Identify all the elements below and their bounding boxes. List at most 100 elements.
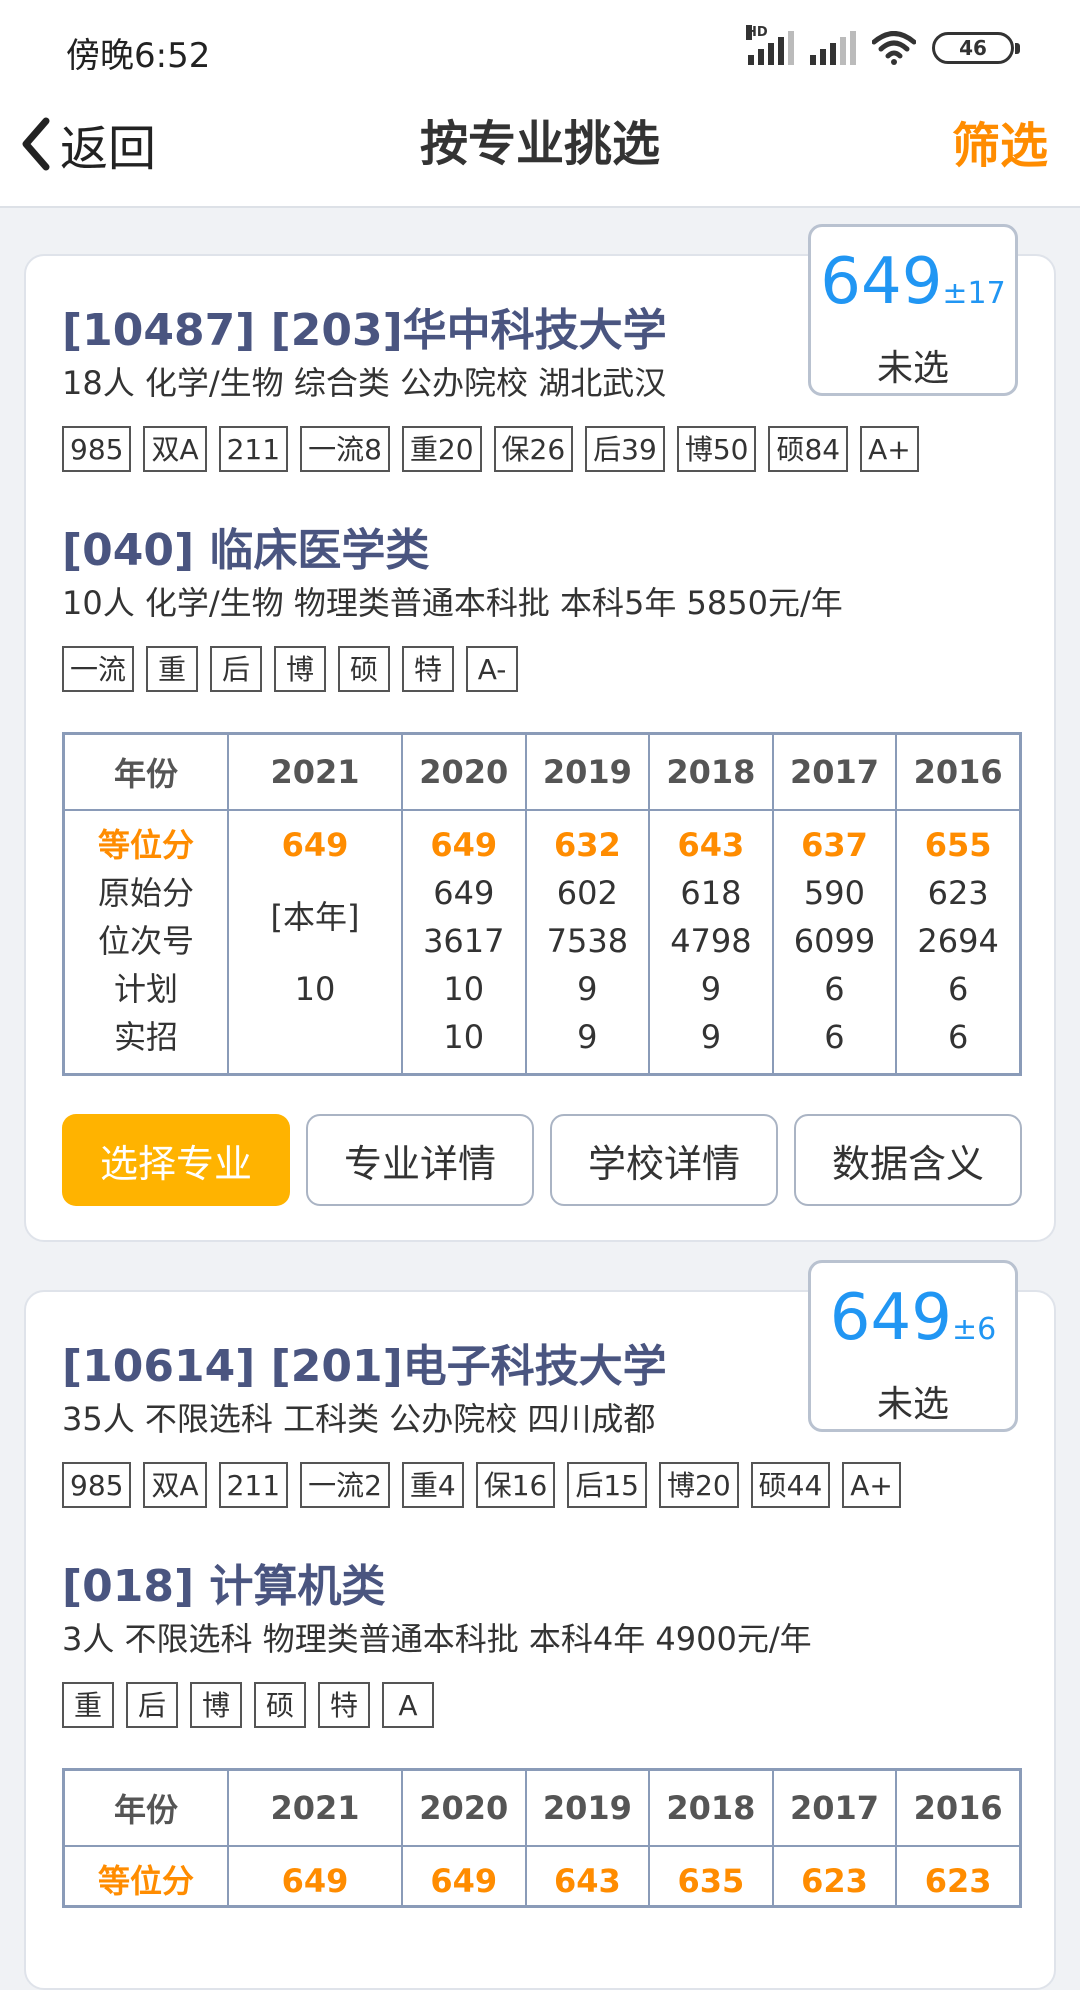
major-info: 3人 不限选科 物理类普通本科批 本科4年 4900元/年 [62,1620,812,1658]
year-2016-col: 623 [895,1846,1022,1907]
year-2017-col: 637 590 6099 6 6 [771,810,898,1075]
school-tag: A+ [842,1462,901,1508]
major-tag: A [382,1682,434,1728]
header-2020: 2020 [401,732,527,811]
year-2021-col: 649 [本年] 10 [227,810,403,1075]
table-row: 等位分 原始分 位次号 计划 实招 649 [本年] 10 649 649 36… [62,810,1022,1075]
cell-value: 6 [824,970,845,1008]
header-2021: 2021 [227,1768,403,1847]
cell-value: 649 [281,1862,349,1900]
school-tag: 双A [143,1462,207,1508]
school-tag: 211 [218,426,289,472]
cell-value: 649 [430,826,498,864]
school-tag: 一流2 [300,1462,390,1508]
filter-button[interactable]: 筛选 [952,116,1048,176]
chevron-left-icon [22,117,50,171]
admission-stats-table: 年份 2021 2020 2019 2018 2017 2016 等位分 649… [62,1768,1022,1908]
major-name[interactable]: [018] 计算机类 [62,1550,385,1614]
cell-value: 4798 [670,922,752,960]
header-2016: 2016 [895,732,1022,811]
school-tag: 保26 [493,426,574,472]
major-tags: 重 后 博 硕 特 A [62,1682,434,1728]
cell-value: 643 [677,826,745,864]
year-2018-col: 643 618 4798 9 9 [648,810,774,1075]
back-label: 返回 [60,121,157,177]
battery-icon: 46 [932,32,1020,64]
selection-status: 未选 [876,1384,949,1425]
school-tag: 一流8 [300,426,390,472]
year-2018-col: 635 [648,1846,774,1907]
admission-stats-table: 年份 2021 2020 2019 2018 2017 2016 等位分 原始分… [62,732,1022,1076]
header-2021: 2021 [227,732,403,811]
data-meaning-button[interactable]: 数据含义 [794,1114,1022,1206]
school-name[interactable]: [10614] [201]电子科技大学 [62,1330,667,1394]
year-2020-col: 649 649 3617 10 10 [401,810,527,1075]
action-buttons: 选择专业 专业详情 学校详情 数据含义 [62,1114,1022,1206]
school-tag: 985 [62,1462,132,1508]
cell-value: 2694 [917,922,999,960]
school-tag: 211 [218,1462,289,1508]
school-tag: 保16 [475,1462,556,1508]
cell-value [229,1013,401,1061]
major-tag: 重 [146,646,199,692]
major-tag: 重 [62,1682,114,1728]
school-info: 35人 不限选科 工科类 公办院校 四川成都 [62,1400,656,1438]
battery-level: 46 [959,36,987,60]
school-tag: 重4 [401,1462,464,1508]
school-tag: 双A [143,426,207,472]
school-tag: 985 [62,426,132,472]
cell-value: 9 [700,1018,722,1056]
header-2019: 2019 [524,732,651,811]
cellular-signal-icon [810,31,856,65]
school-tag: 博50 [676,426,757,472]
major-tag: 硕 [254,1682,306,1728]
cell-value: 9 [577,970,598,1008]
school-tag: 重20 [401,426,482,472]
score-value: 649±17 [820,245,1006,319]
back-button[interactable]: 返回 [18,114,156,177]
school-tags: 985 双A 211 一流8 重20 保26 后39 博50 硕84 A+ [62,426,919,472]
header-2016: 2016 [895,1768,1022,1847]
school-tags: 985 双A 211 一流2 重4 保16 后15 博20 硕44 A+ [62,1462,901,1508]
school-tag: 硕44 [750,1462,831,1508]
cell-value: 6 [947,1018,969,1056]
cell-value: 3617 [423,922,505,960]
cell-value: 623 [927,874,989,912]
header-2017: 2017 [771,732,898,811]
major-details-button[interactable]: 专业详情 [306,1114,534,1206]
major-tag: 特 [318,1682,370,1728]
school-major-card: 649±6 未选 [10614] [201]电子科技大学 35人 不限选科 工科… [24,1260,1056,1990]
school-tag: 后15 [567,1462,647,1508]
header-year: 年份 [62,732,229,811]
cellular-signal-hd-icon: HD [746,25,794,65]
cell-value: 618 [680,874,742,912]
school-details-button[interactable]: 学校详情 [550,1114,778,1206]
header-2018: 2018 [648,1768,774,1847]
row-label: 位次号 [97,922,194,960]
major-name[interactable]: [040] 临床医学类 [62,514,429,578]
selection-status: 未选 [876,348,949,389]
major-tag: 后 [126,1682,178,1728]
major-tag: 后 [210,646,263,692]
major-tag: 硕 [338,646,391,692]
school-name[interactable]: [10487] [203]华中科技大学 [62,294,667,358]
score-box[interactable]: 649±17 未选 [808,224,1018,396]
cell-value: 649 [433,874,495,912]
score-box[interactable]: 649±6 未选 [808,1260,1018,1432]
page-title: 按专业挑选 [419,116,660,172]
cell-value: 602 [556,874,618,912]
select-major-button[interactable]: 选择专业 [62,1114,290,1206]
cell-value: 9 [577,1018,598,1056]
school-tag: 硕84 [768,426,849,472]
school-info: 18人 化学/生物 综合类 公办院校 湖北武汉 [62,364,667,402]
cell-value: 9 [700,970,722,1008]
header-year: 年份 [62,1768,229,1847]
score-delta: ±6 [951,1312,997,1347]
school-tag: 后39 [585,426,665,472]
cell-value: 6 [947,970,969,1008]
status-icons: HD 46 [746,25,1020,70]
cell-value: 10 [294,970,336,1008]
row-label: 计划 [113,970,178,1008]
status-time: 傍晚6:52 [66,36,211,76]
status-bar: 傍晚6:52 HD 46 [0,0,1080,96]
